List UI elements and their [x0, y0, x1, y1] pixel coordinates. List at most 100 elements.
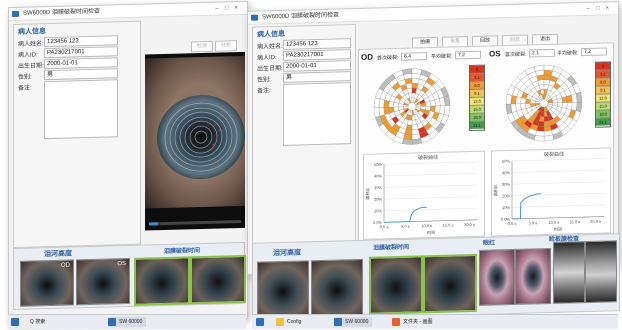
analysis-panel: OD 首次破裂: 6.4 平均破裂: 7.2 OS 首次破裂: 2.1 平均破裂…: [358, 42, 614, 243]
paint-icon: [392, 318, 400, 326]
patient-info-panel: 病人信息 病人姓名: 123456 123 病人ID: PA230217001 …: [13, 20, 141, 249]
os-avg-field: 7.2: [581, 47, 607, 57]
id-field[interactable]: PA230217001: [44, 46, 118, 59]
x-axis-label: 时间: [554, 226, 562, 232]
x-tick-label: 10.0 s: [548, 220, 559, 225]
thumb-od-label: OD: [61, 262, 70, 269]
y-tick-label: 10%: [374, 208, 382, 213]
back-window-titlebar: SW6000D 泪膜破裂时间检查 –□×: [9, 1, 247, 22]
front-start-button[interactable]: [256, 317, 264, 327]
y-tick-label: 40%: [374, 173, 382, 178]
thumb-breakup-od[interactable]: [134, 256, 190, 306]
x-tick-label: 20.0 s: [590, 219, 601, 224]
front-dob-field[interactable]: 2000-01-01: [283, 60, 351, 72]
os-first-label: 首次破裂:: [505, 51, 527, 59]
name-field[interactable]: 123456 123: [44, 35, 118, 48]
front-sex-label: 性别:: [257, 77, 271, 84]
front-thumb-meniscus-od[interactable]: [257, 260, 309, 318]
grid-line: [384, 161, 478, 165]
grid-line: [384, 173, 478, 177]
thumb-os[interactable]: OS: [76, 257, 130, 306]
grid-line: [384, 207, 478, 211]
x-tick-label: 0.0 s: [508, 221, 517, 226]
front-thumb-breakup-od[interactable]: [369, 255, 423, 315]
app-logo-icon-2: [251, 14, 258, 21]
grid-line: [512, 158, 604, 162]
start-button[interactable]: [11, 317, 19, 327]
front-id-field[interactable]: PA230217001: [283, 49, 351, 61]
breakup-curve-line: [512, 193, 542, 220]
front-tab-tear-meniscus[interactable]: 泪河高度: [273, 248, 301, 259]
y-tick-label: 20%: [502, 193, 510, 198]
back-window: SW6000D 泪膜破裂时间检查 –□× 病人信息 病人姓名: 123456 1…: [8, 0, 248, 326]
front-thumb-breakup-os[interactable]: [423, 253, 477, 314]
sw-app-icon-2: [334, 318, 342, 326]
front-patient-title: 病人信息: [257, 30, 285, 39]
front-tab-tear-breakup[interactable]: 泪膜破裂时间: [373, 242, 409, 252]
os-breakup-polar-map: [505, 64, 583, 142]
x-tick-label: 20.0 s: [464, 222, 475, 227]
taskbar-sw-app[interactable]: SW 60000: [334, 317, 373, 327]
y-tick-label: 30%: [374, 185, 382, 190]
front-notes-field[interactable]: [283, 82, 351, 146]
grid-line: [512, 193, 604, 196]
grid-line: [512, 169, 604, 173]
x-tick-label: 15.0 s: [569, 219, 580, 224]
front-taskbar: Config SW 60000 文件夹 - 画图: [252, 314, 618, 329]
dob-field[interactable]: 2000-01-01: [44, 57, 118, 70]
os-breakup-curve-chart: 破裂曲线 0.0% 10% 20% 30% 40% 50% 0.0 s 5.0 s 10.0 s…: [491, 147, 611, 237]
thumb-od[interactable]: OD: [20, 259, 74, 307]
thumb-breakup-os[interactable]: [190, 254, 246, 305]
scale-os-7: 21.1: [596, 118, 610, 126]
y-tick-label: 50%: [374, 162, 382, 167]
x-tick-label: 10.0 s: [421, 223, 432, 228]
analyze-button[interactable]: 分析: [215, 40, 237, 52]
front-thumb-meibomian-lower[interactable]: [585, 240, 617, 304]
name-label: 病人姓名:: [18, 41, 44, 48]
grid-line: [384, 196, 478, 200]
od-curve-svg: 0.0%10%20%30%40%50%0.0 s 5.0 s 10.0 s 15.0 …: [364, 161, 478, 235]
front-name-label: 病人姓名:: [257, 43, 283, 51]
back-thumbnail-strip: 泪河高度 泪膜破裂时间 OD OS: [13, 241, 246, 311]
taskbar-config-label: Config: [287, 319, 302, 325]
taskbar-config[interactable]: Config: [276, 317, 301, 327]
y-tick-label: 40%: [502, 170, 510, 175]
patient-section-title: 病人信息: [18, 28, 46, 36]
front-thumb-meniscus-os[interactable]: [311, 258, 363, 317]
front-sex-field[interactable]: 男: [283, 71, 351, 83]
os-curve-svg: 0.0%10%20%30%40%50%0.0 s 5.0 s 10.0 s 15.0 …: [492, 158, 604, 232]
od-breakup-polar-map: [373, 68, 451, 145]
taskbar-search[interactable]: Q 搜索: [28, 317, 45, 327]
notes-label: 备注:: [18, 85, 32, 92]
front-thumb-redness-od[interactable]: [479, 248, 515, 306]
os-time-scale: 0 3.1 6.0 9.1 12.0 15.0 18.0 21.1: [595, 61, 611, 128]
taskbar-app-sw[interactable]: SW 60000: [108, 317, 147, 327]
video-progress-bar[interactable]: [149, 220, 241, 226]
x-tick-label: 5.0 s: [401, 224, 410, 229]
os-first-field: 2.1: [529, 48, 555, 58]
front-tab-redness[interactable]: 眼红: [483, 237, 495, 246]
window-controls-2[interactable]: –□×: [587, 2, 615, 15]
taskbar-sw-app-label: SW 60000: [345, 319, 369, 325]
tab-tear-meniscus[interactable]: 泪河高度: [44, 248, 72, 259]
front-thumbnail-strip: 泪河高度 泪膜破裂时间 眼红 睑板腺检查: [252, 233, 620, 321]
notes-field[interactable]: [44, 79, 118, 140]
x-tick-label: 0.0 s: [380, 224, 389, 229]
od-avg-field: 7.2: [455, 50, 481, 60]
window-controls[interactable]: –□×: [216, 2, 244, 15]
od-label: OD: [361, 52, 373, 62]
taskbar-folder-paint[interactable]: 文件夹 - 画图: [392, 317, 432, 327]
front-thumb-redness-os[interactable]: [515, 247, 551, 305]
sex-field[interactable]: 男: [44, 68, 118, 81]
os-avg-label: 平均破裂:: [557, 50, 579, 57]
front-name-field[interactable]: 123456 123: [283, 38, 351, 50]
back-taskbar: Q 搜索 SW 60000: [8, 314, 246, 329]
tab-tear-breakup[interactable]: 泪膜破裂时间: [164, 245, 200, 255]
od-first-field: 6.4: [401, 52, 427, 61]
detect-button[interactable]: 检测: [191, 40, 213, 53]
back-window-title: SW6000D 泪膜破裂时间检查: [23, 8, 101, 17]
front-windows-icon: [256, 318, 264, 326]
front-thumb-meibomian-upper[interactable]: [553, 241, 585, 304]
app-logo-icon: [12, 10, 19, 18]
eye-image-view[interactable]: [145, 51, 245, 231]
